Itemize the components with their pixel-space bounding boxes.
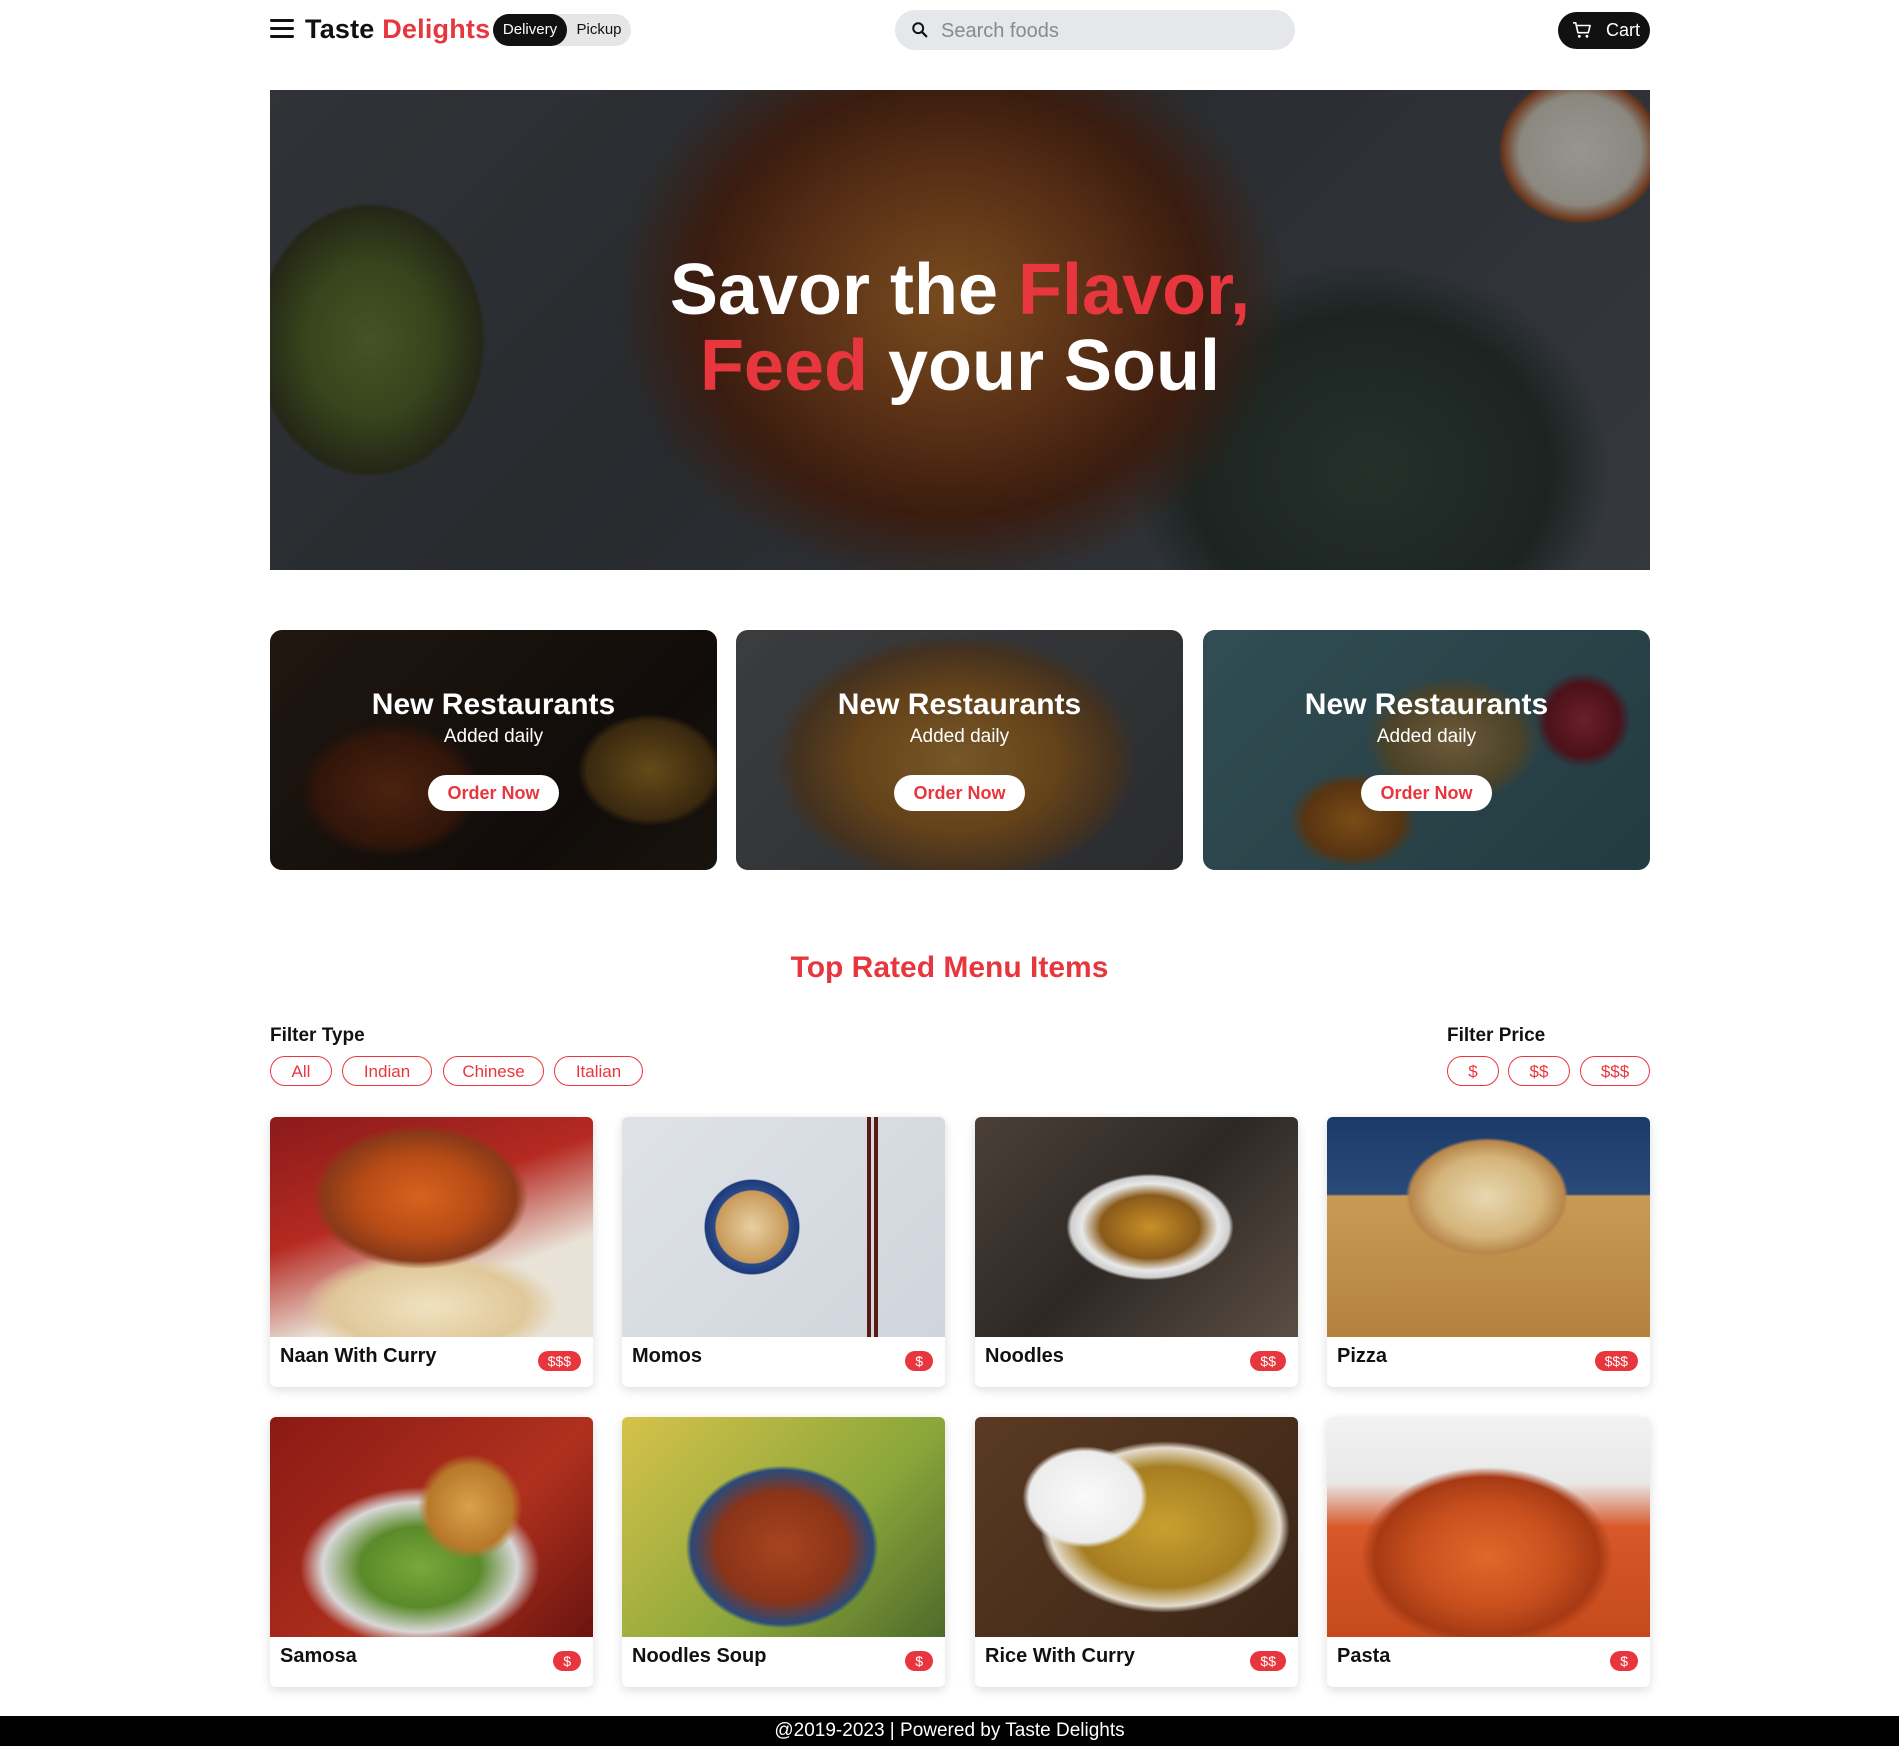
promo-card-3: New Restaurants Added daily Order Now bbox=[1203, 630, 1650, 870]
menu-item-image bbox=[622, 1117, 945, 1337]
menu-item-card[interactable]: Pasta $ bbox=[1327, 1417, 1650, 1687]
price-badge: $$$ bbox=[1594, 1351, 1638, 1371]
menu-item-name: Pizza bbox=[1337, 1345, 1388, 1367]
price-badge: $ bbox=[1610, 1651, 1638, 1671]
price-badge: $$ bbox=[1250, 1651, 1286, 1671]
menu-item-card[interactable]: Noodles $$ bbox=[975, 1117, 1298, 1387]
menu-item-image bbox=[1327, 1417, 1650, 1637]
hero-line1-a: Savor the bbox=[669, 250, 1018, 330]
menu-item-image bbox=[1327, 1117, 1650, 1337]
brand-name-part1: Taste bbox=[305, 14, 375, 44]
menu-item-card[interactable]: Noodles Soup $ bbox=[622, 1417, 945, 1687]
cart-icon bbox=[1573, 21, 1591, 38]
search-icon bbox=[912, 22, 928, 38]
menu-item-name: Noodles Soup bbox=[632, 1645, 767, 1667]
menu-item-image bbox=[975, 1417, 1298, 1637]
menu-item-card[interactable]: Pizza $$$ bbox=[1327, 1117, 1650, 1387]
delivery-pickup-toggle: Delivery Pickup bbox=[493, 14, 631, 46]
filter-type-indian[interactable]: Indian bbox=[342, 1056, 432, 1086]
menu-item-card[interactable]: Rice With Curry $$ bbox=[975, 1417, 1298, 1687]
menu-item-card[interactable]: Samosa $ bbox=[270, 1417, 593, 1687]
order-now-button[interactable]: Order Now bbox=[894, 775, 1025, 811]
price-badge: $ bbox=[905, 1351, 933, 1371]
search-bar bbox=[895, 10, 1295, 52]
promo-card-2: New Restaurants Added daily Order Now bbox=[736, 630, 1183, 870]
menu-item-name: Noodles bbox=[985, 1345, 1064, 1367]
hero-headline: Savor the Flavor, Feed your Soul bbox=[270, 252, 1650, 404]
menu-item-name: Naan With Curry bbox=[280, 1345, 437, 1367]
footer-text: @2019-2023 | Powered by Taste Delights bbox=[774, 1720, 1125, 1741]
filter-type-chinese[interactable]: Chinese bbox=[443, 1056, 544, 1086]
menu-item-card[interactable]: Naan With Curry $$$ bbox=[270, 1117, 593, 1387]
delivery-option[interactable]: Delivery bbox=[493, 14, 567, 46]
price-badge: $ bbox=[905, 1651, 933, 1671]
menu-hamburger-icon[interactable] bbox=[270, 19, 294, 41]
menu-item-image bbox=[270, 1417, 593, 1637]
promo-card-1: New Restaurants Added daily Order Now bbox=[270, 630, 717, 870]
cart-label: Cart bbox=[1606, 20, 1641, 40]
filter-price-2[interactable]: $$ bbox=[1508, 1056, 1570, 1086]
order-now-button[interactable]: Order Now bbox=[428, 775, 559, 811]
filter-price-label: Filter Price bbox=[1447, 1025, 1546, 1046]
filter-type-label: Filter Type bbox=[270, 1025, 365, 1046]
filter-type-italian[interactable]: Italian bbox=[554, 1056, 643, 1086]
hero-line2-a: Feed bbox=[699, 326, 868, 406]
menu-item-name: Pasta bbox=[1337, 1645, 1391, 1667]
price-badge: $$$ bbox=[537, 1351, 581, 1371]
order-now-button[interactable]: Order Now bbox=[1361, 775, 1492, 811]
menu-item-name: Momos bbox=[632, 1345, 702, 1367]
filter-price-3[interactable]: $$$ bbox=[1580, 1056, 1650, 1086]
filter-price-1[interactable]: $ bbox=[1447, 1056, 1499, 1086]
filter-type-all[interactable]: All bbox=[270, 1056, 332, 1086]
pickup-option[interactable]: Pickup bbox=[567, 14, 631, 46]
section-title: Top Rated Menu Items bbox=[790, 951, 1109, 984]
promo-title: New Restaurants bbox=[371, 688, 616, 721]
menu-item-name: Rice With Curry bbox=[985, 1645, 1135, 1667]
promo-title: New Restaurants bbox=[837, 688, 1082, 721]
hero-line2-b: your Soul bbox=[868, 326, 1221, 406]
hero-line1-b: Flavor, bbox=[1018, 250, 1251, 330]
menu-item-name: Samosa bbox=[280, 1645, 357, 1667]
menu-item-image bbox=[270, 1117, 593, 1337]
promo-subtitle: Added daily bbox=[1376, 726, 1477, 747]
price-badge: $$ bbox=[1250, 1351, 1286, 1371]
cart-button[interactable]: Cart bbox=[1558, 12, 1650, 49]
search-input[interactable] bbox=[939, 10, 1283, 52]
menu-item-image bbox=[622, 1417, 945, 1637]
footer: @2019-2023 | Powered by Taste Delights bbox=[0, 1716, 1899, 1746]
brand-logo: Taste Delights bbox=[305, 14, 490, 45]
promo-subtitle: Added daily bbox=[909, 726, 1010, 747]
hero-banner: Savor the Flavor, Feed your Soul bbox=[270, 90, 1650, 570]
promo-title: New Restaurants bbox=[1304, 688, 1549, 721]
price-badge: $ bbox=[553, 1651, 581, 1671]
menu-item-image bbox=[975, 1117, 1298, 1337]
promo-subtitle: Added daily bbox=[443, 726, 544, 747]
brand-name-part2: Delights bbox=[382, 14, 491, 44]
menu-item-card[interactable]: Momos $ bbox=[622, 1117, 945, 1387]
